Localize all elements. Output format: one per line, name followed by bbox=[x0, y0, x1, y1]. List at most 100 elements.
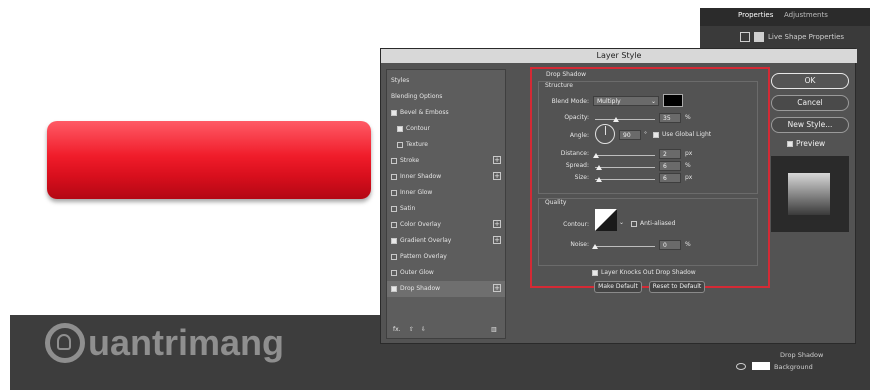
add-effect-plus-icon[interactable]: + bbox=[493, 172, 501, 180]
layer-thumbnail bbox=[752, 362, 770, 370]
style-item-label: Satin bbox=[400, 205, 416, 212]
style-item-label: Gradient Overlay bbox=[400, 237, 452, 244]
reset-to-default-button[interactable]: Reset to Default bbox=[649, 281, 705, 293]
tab-adjustments[interactable]: Adjustments bbox=[784, 11, 828, 19]
contour-label: Contour: bbox=[563, 221, 589, 228]
style-checkbox[interactable] bbox=[391, 253, 397, 260]
style-checkbox[interactable] bbox=[391, 269, 397, 276]
contour-chevron-icon[interactable]: ⌄ bbox=[619, 219, 624, 226]
style-item[interactable]: Color Overlay + bbox=[387, 217, 505, 233]
ok-button[interactable]: OK bbox=[771, 73, 849, 89]
cancel-button[interactable]: Cancel bbox=[771, 95, 849, 111]
size-input[interactable]: 6 bbox=[659, 173, 681, 183]
noise-slider-thumb[interactable] bbox=[592, 244, 598, 249]
style-item[interactable]: Pattern Overlay bbox=[387, 249, 505, 265]
style-checkbox[interactable] bbox=[391, 285, 397, 292]
style-item[interactable]: Inner Glow bbox=[387, 185, 505, 201]
style-item[interactable]: Bevel & Emboss bbox=[387, 105, 505, 121]
style-item-label: Outer Glow bbox=[400, 269, 434, 276]
add-effect-plus-icon[interactable]: + bbox=[493, 156, 501, 164]
style-item-label: Drop Shadow bbox=[400, 285, 441, 292]
style-item[interactable]: Contour bbox=[387, 121, 505, 137]
opacity-slider[interactable] bbox=[595, 119, 655, 120]
style-item-label: Blending Options bbox=[391, 93, 443, 100]
red-button-shape bbox=[47, 121, 371, 199]
add-effect-plus-icon[interactable]: + bbox=[493, 284, 501, 292]
style-item[interactable]: Drop Shadow + bbox=[387, 281, 505, 297]
style-item-indent bbox=[387, 141, 397, 148]
new-style-button[interactable]: New Style... bbox=[771, 117, 849, 133]
spread-slider[interactable] bbox=[595, 167, 655, 168]
style-checkbox[interactable] bbox=[397, 125, 403, 132]
distance-slider[interactable] bbox=[595, 155, 655, 156]
style-item[interactable]: Satin bbox=[387, 201, 505, 217]
spread-unit: % bbox=[685, 162, 691, 169]
style-item-indent bbox=[387, 125, 397, 132]
style-checkbox[interactable] bbox=[391, 221, 397, 228]
preview-checkbox[interactable] bbox=[787, 141, 793, 147]
opacity-unit: % bbox=[685, 114, 691, 121]
layer-knocks-out-checkbox[interactable] bbox=[592, 270, 598, 276]
style-item[interactable]: Styles bbox=[387, 73, 505, 89]
style-checkbox[interactable] bbox=[397, 141, 403, 148]
layer-effect-drop-shadow[interactable]: Drop Shadow bbox=[780, 351, 823, 359]
arrow-down-icon[interactable]: ⇩ bbox=[421, 326, 426, 333]
quality-heading: Quality bbox=[545, 199, 567, 206]
noise-input[interactable]: 0 bbox=[659, 240, 681, 250]
panel-tab-bar: Properties Adjustments bbox=[700, 8, 870, 26]
mask-icon bbox=[754, 32, 764, 42]
live-shape-properties: Live Shape Properties bbox=[740, 32, 844, 42]
style-checkbox[interactable] bbox=[391, 173, 397, 180]
distance-unit: px bbox=[685, 150, 693, 157]
chevron-down-icon: ⌄ bbox=[650, 98, 656, 105]
style-item-label: Texture bbox=[406, 141, 428, 148]
style-checkbox[interactable] bbox=[391, 157, 397, 164]
drop-shadow-heading: Drop Shadow bbox=[546, 71, 587, 78]
noise-slider[interactable] bbox=[595, 246, 655, 247]
style-item[interactable]: Blending Options bbox=[387, 89, 505, 105]
style-checkbox[interactable] bbox=[391, 237, 397, 244]
style-item[interactable]: Gradient Overlay + bbox=[387, 233, 505, 249]
distance-slider-thumb[interactable] bbox=[593, 153, 599, 158]
distance-label: Distance: bbox=[560, 150, 589, 157]
style-checkbox[interactable] bbox=[391, 189, 397, 196]
style-item[interactable]: Outer Glow bbox=[387, 265, 505, 281]
transform-icon bbox=[740, 32, 750, 42]
layer-knocks-out-label: Layer Knocks Out Drop Shadow bbox=[601, 269, 696, 276]
opacity-input[interactable]: 35 bbox=[659, 113, 681, 123]
add-effect-plus-icon[interactable]: + bbox=[493, 220, 501, 228]
styles-list: Styles Blending Options Bevel & Emboss Cont… bbox=[386, 69, 506, 339]
spread-input[interactable]: 6 bbox=[659, 161, 681, 171]
use-global-light-label: Use Global Light bbox=[662, 131, 712, 138]
size-slider-thumb[interactable] bbox=[596, 177, 602, 182]
spread-slider-thumb[interactable] bbox=[596, 165, 602, 170]
style-item-label: Inner Shadow bbox=[400, 173, 442, 180]
angle-input[interactable]: 90 bbox=[619, 130, 641, 140]
size-slider[interactable] bbox=[595, 179, 655, 180]
make-default-button[interactable]: Make Default bbox=[594, 281, 642, 293]
arrow-up-icon[interactable]: ⇧ bbox=[409, 326, 414, 333]
drop-shadow-settings: Drop Shadow Structure Blend Mode: Multip… bbox=[530, 67, 770, 293]
style-checkbox[interactable] bbox=[391, 205, 397, 212]
style-item[interactable]: Stroke + bbox=[387, 153, 505, 169]
blend-mode-select[interactable]: Multiply ⌄ bbox=[593, 96, 659, 106]
anti-aliased-checkbox[interactable] bbox=[631, 221, 637, 227]
fx-icon[interactable]: fx. bbox=[393, 326, 401, 333]
visibility-eye-icon[interactable] bbox=[736, 363, 746, 370]
trash-icon[interactable]: ▥ bbox=[491, 326, 497, 333]
contour-picker[interactable] bbox=[595, 209, 617, 231]
preview-swatch bbox=[788, 173, 830, 215]
style-item-label: Styles bbox=[391, 77, 410, 84]
style-item[interactable]: Texture bbox=[387, 137, 505, 153]
distance-input[interactable]: 2 bbox=[659, 149, 681, 159]
tab-properties[interactable]: Properties bbox=[738, 11, 773, 19]
opacity-label: Opacity: bbox=[564, 114, 589, 121]
angle-dial[interactable] bbox=[595, 124, 615, 144]
layer-background[interactable]: Background bbox=[774, 363, 813, 371]
use-global-light-checkbox[interactable] bbox=[653, 132, 659, 138]
style-checkbox[interactable] bbox=[391, 109, 397, 116]
style-item[interactable]: Inner Shadow + bbox=[387, 169, 505, 185]
add-effect-plus-icon[interactable]: + bbox=[493, 236, 501, 244]
shadow-color-swatch[interactable] bbox=[663, 94, 683, 107]
opacity-slider-thumb[interactable] bbox=[613, 117, 619, 122]
